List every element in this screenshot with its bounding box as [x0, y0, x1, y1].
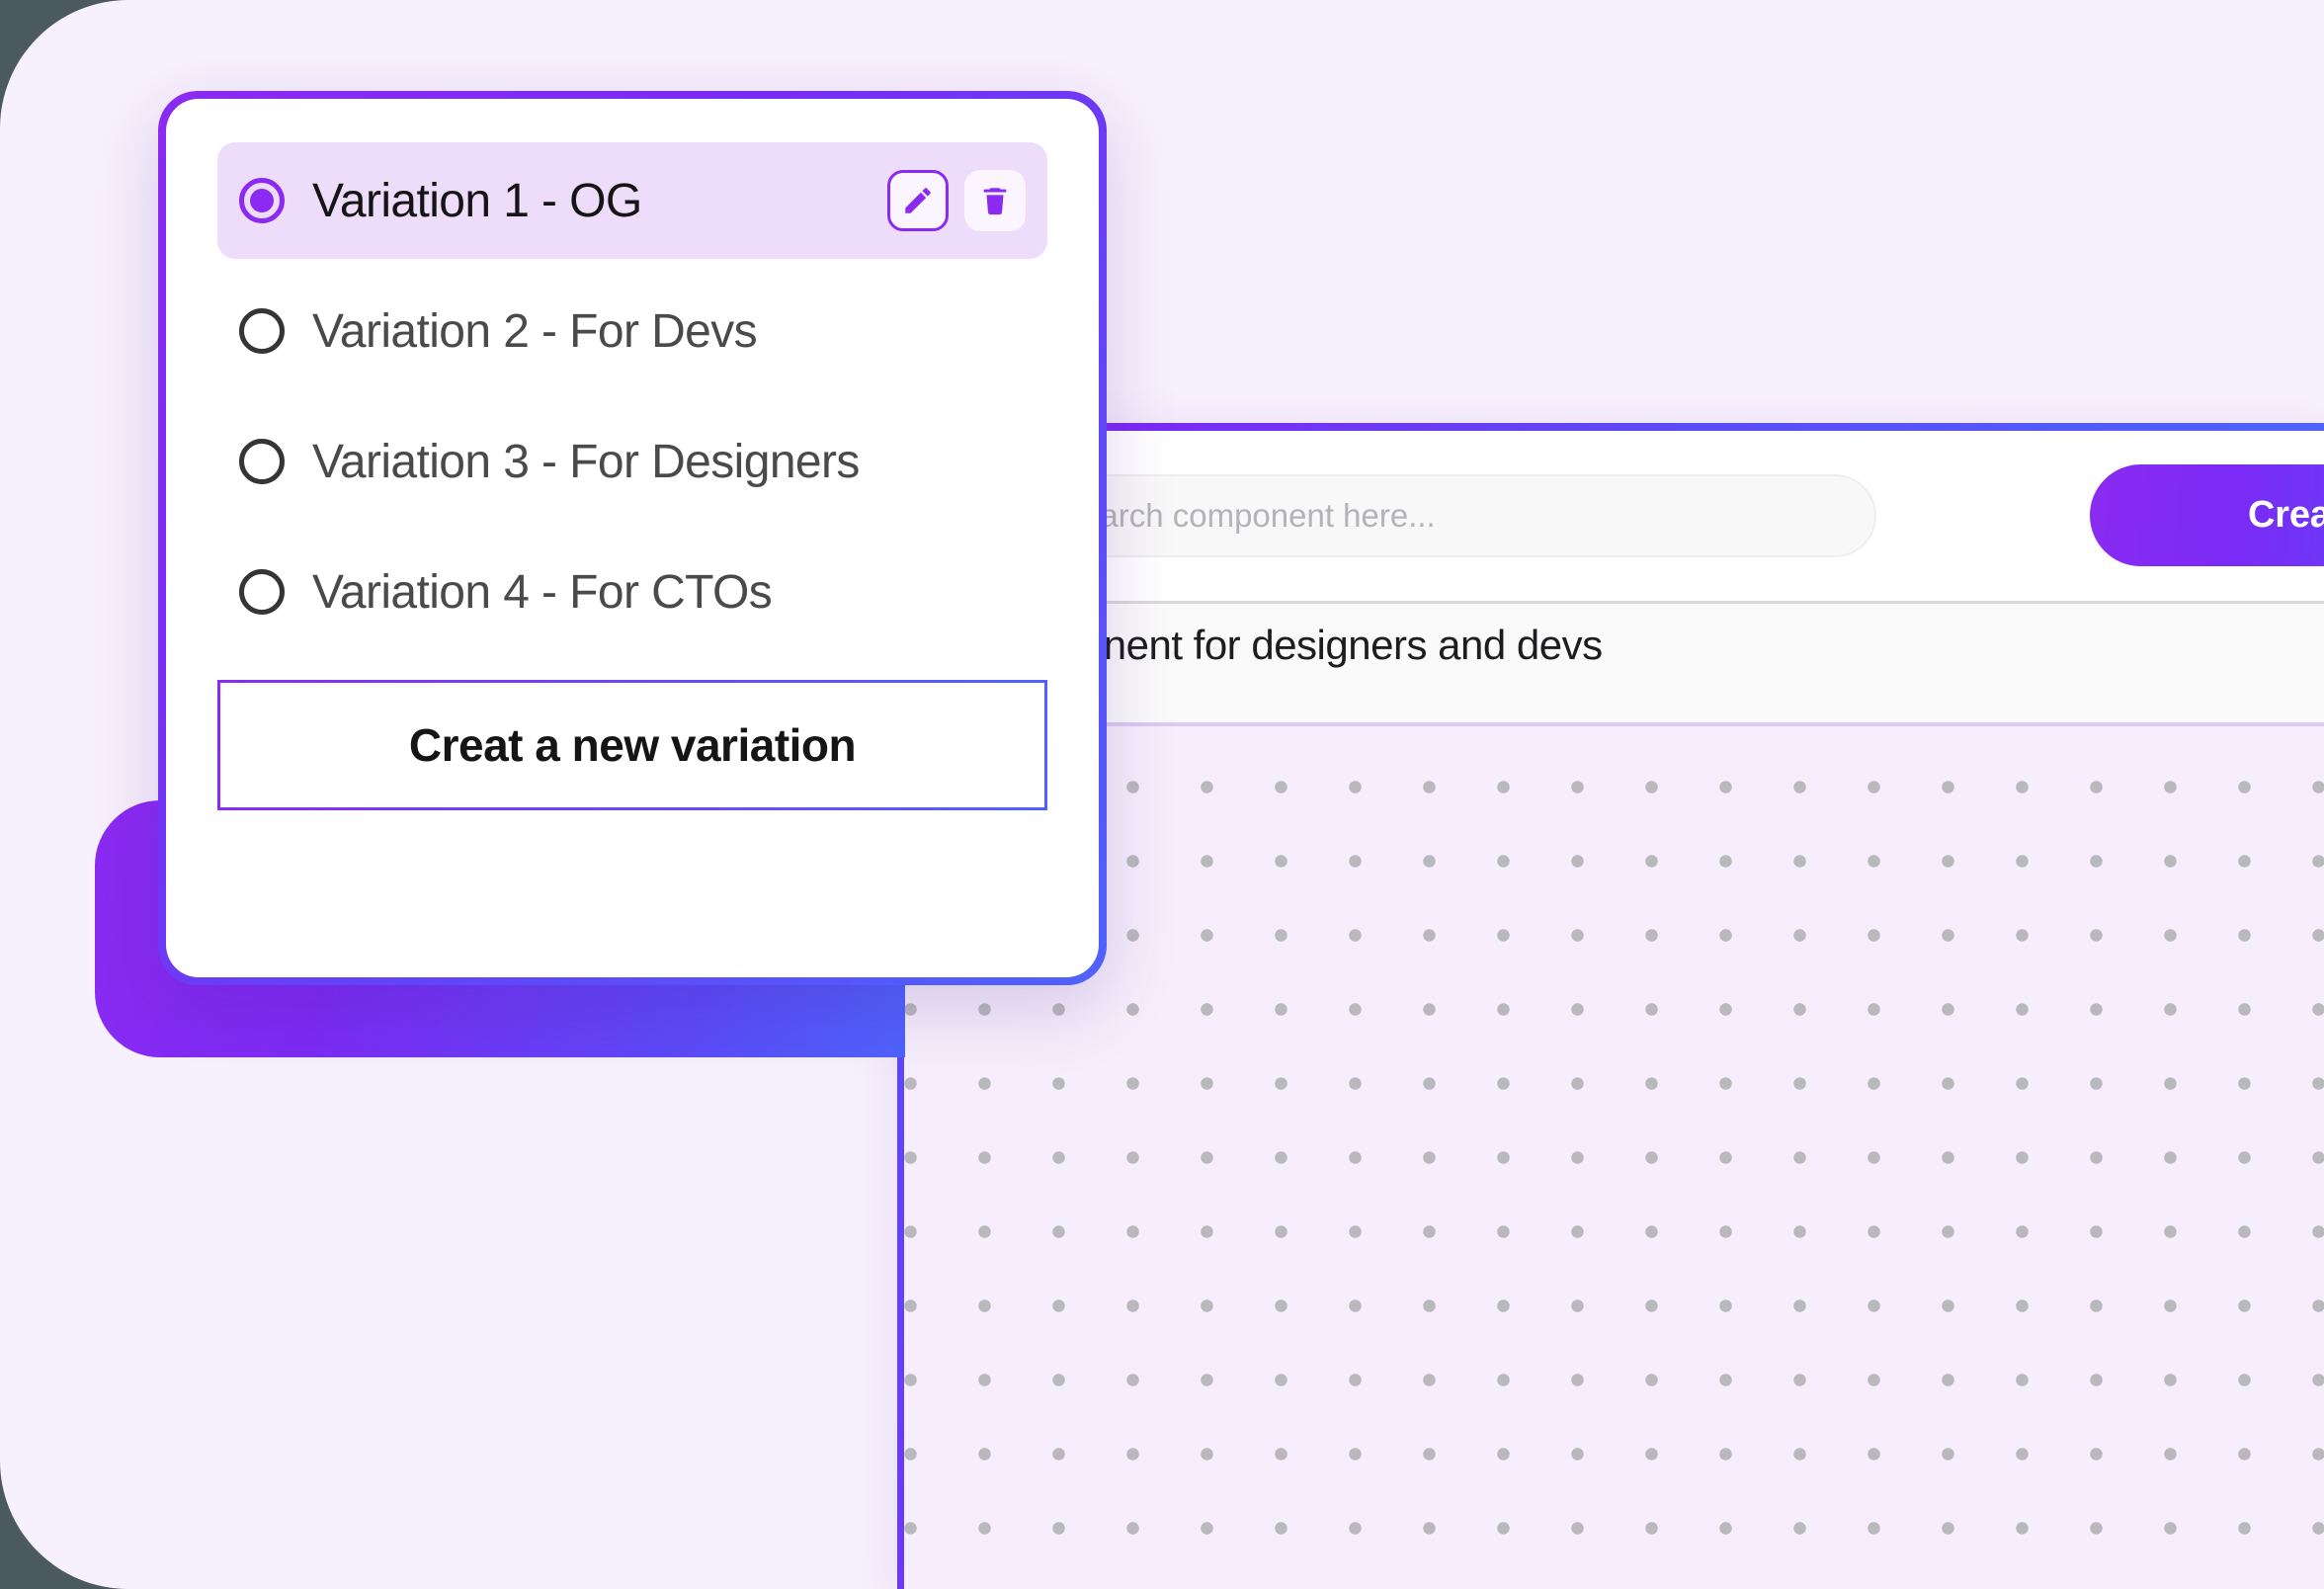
- variation-label: Variation 4 - For CTOs: [312, 565, 773, 619]
- search-placeholder-text: Search component here...: [1060, 497, 1436, 534]
- app-window: Search component here... Create by AI Cr…: [897, 423, 2324, 1589]
- create-by-ai-button[interactable]: Create by AI: [2090, 464, 2324, 566]
- variation-row[interactable]: Variation 4 - For CTOs: [217, 534, 1047, 650]
- variations-dropdown-body: Variation 1 - OG Variation 2 - For Devs Va…: [166, 99, 1099, 977]
- toolbar: Search component here... Create by AI: [904, 431, 2324, 601]
- create-by-ai-label: Create by AI: [2248, 494, 2324, 536]
- design-canvas[interactable]: How was your experience? Welcome back, P…: [904, 726, 2324, 1589]
- pencil-edit-icon[interactable]: [887, 170, 949, 231]
- app-window-top-accent-bar: [897, 423, 2324, 431]
- create-new-variation-label: Creat a new variation: [408, 719, 857, 771]
- variation-row[interactable]: Variation 3 - For Designers: [217, 403, 1047, 520]
- variations-dropdown-panel: Variation 1 - OG Variation 2 - For Devs Va…: [158, 91, 1107, 985]
- trash-delete-icon[interactable]: [964, 170, 1026, 231]
- variation-row[interactable]: Variation 2 - For Devs: [217, 273, 1047, 389]
- variation-label: Variation 3 - For Designers: [312, 435, 860, 488]
- variation-radio[interactable]: [239, 308, 285, 354]
- search-input[interactable]: Search component here...: [1017, 474, 1876, 557]
- variation-radio[interactable]: [239, 178, 285, 223]
- prompt-strip: Create variants of this component for de…: [897, 604, 2324, 722]
- create-new-variation-button[interactable]: Creat a new variation: [217, 680, 1047, 810]
- variation-radio[interactable]: [239, 569, 285, 615]
- variation-radio[interactable]: [239, 439, 285, 484]
- variation-row-actions: [887, 170, 1026, 231]
- variation-row[interactable]: Variation 1 - OG: [217, 142, 1047, 259]
- page-root: Search component here... Create by AI Cr…: [0, 0, 2324, 1589]
- variation-label: Variation 2 - For Devs: [312, 304, 758, 358]
- variation-label: Variation 1 - OG: [312, 174, 642, 227]
- variations-list: Variation 1 - OG Variation 2 - For Devs Va…: [217, 142, 1047, 650]
